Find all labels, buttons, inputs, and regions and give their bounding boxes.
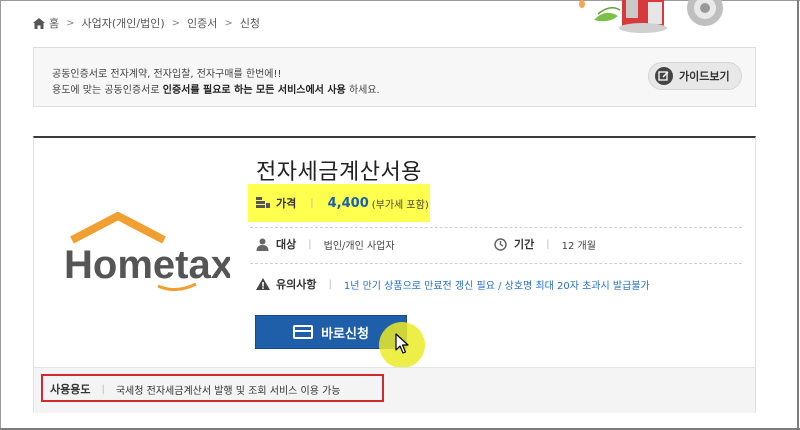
apply-now-label: 바로신청 — [321, 326, 369, 342]
logo-text: Hometax. — [64, 243, 230, 287]
intro-line2-bold: 인증서를 필요로 하는 모든 서비스에서 사용 — [162, 85, 346, 96]
divider: | — [101, 383, 105, 395]
price-value: 4,400 — [327, 195, 369, 211]
credit-card-icon — [293, 325, 314, 339]
target-value: 법인/개인 사업자 — [323, 240, 395, 252]
divider: | — [308, 238, 312, 250]
divider-dashed — [250, 227, 742, 228]
usage-label: 사용용도 — [50, 383, 91, 396]
person-icon — [256, 238, 269, 251]
warning-icon — [256, 278, 270, 290]
window-border-right — [797, 0, 799, 430]
coin-stack-icon — [256, 197, 270, 208]
divider: | — [310, 197, 314, 209]
intro-line2-post: 하세요. — [345, 85, 380, 96]
intro-box: 공동인증서로 전자계약, 전자입찰, 전자구매를 한번에!! 용도에 맞는 공동… — [33, 47, 756, 107]
period-row: 기간 | 12 개월 — [494, 236, 596, 252]
price-row: 가격 | 4,400 (부가세 포함) — [256, 195, 429, 211]
target-label: 대상 — [276, 238, 297, 251]
usage-value: 국세청 전자세금계산서 발행 및 조회 서비스 이용 가능 — [115, 385, 341, 397]
divider: | — [546, 238, 550, 250]
usage-row: 사용용도 | 국세청 전자세금계산서 발행 및 조회 서비스 이용 가능 — [50, 381, 341, 397]
divider-dashed — [250, 263, 742, 264]
breadcrumb-apply[interactable]: 신청 — [240, 15, 260, 31]
product-panel: Hometax. 전자세금계산서용 가격 | 4,400 (부가세 포함) 대상… — [33, 136, 756, 413]
period-label: 기간 — [514, 238, 535, 251]
header-illustration — [579, 0, 723, 33]
guide-button[interactable]: 가이드보기 — [648, 62, 742, 90]
breadcrumb-business[interactable]: 사업자(개인/법인) — [82, 15, 165, 31]
intro-text-line1: 공동인증서로 전자계약, 전자입찰, 전자구매를 한번에!! — [52, 69, 282, 80]
home-icon — [33, 17, 45, 29]
chevron-right-icon: > — [171, 17, 181, 29]
mouse-cursor-icon — [395, 333, 409, 354]
period-value: 12 개월 — [561, 240, 596, 252]
window-border-left — [0, 0, 1, 430]
caution-row: 유의사항 | 1년 만기 상품으로 만료전 갱신 필요 / 상호명 최대 20자… — [256, 276, 650, 292]
intro-line2-pre: 용도에 맞는 공동인증서로 — [52, 85, 163, 96]
intro-text-line2: 용도에 맞는 공동인증서로 인증서를 필요로 하는 모든 서비스에서 사용 하세… — [52, 81, 380, 96]
divider: | — [328, 278, 332, 290]
breadcrumb-certificate[interactable]: 인증서 — [187, 15, 217, 31]
chevron-right-icon: > — [224, 17, 233, 29]
price-label: 가격 — [276, 197, 297, 210]
price-note: (부가세 포함) — [371, 199, 429, 211]
target-row: 대상 | 법인/개인 사업자 — [256, 236, 395, 252]
guide-button-label: 가이드보기 — [679, 70, 730, 83]
usage-section: 사용용도 | 국세청 전자세금계산서 발행 및 조회 서비스 이용 가능 — [34, 367, 755, 413]
breadcrumb-home[interactable]: 홈 — [49, 15, 59, 31]
breadcrumb: 홈 > 사업자(개인/법인) > 인증서 > 신청 — [33, 14, 260, 32]
edit-guide-icon — [655, 67, 673, 85]
chevron-right-icon: > — [66, 17, 75, 29]
product-title: 전자세금계산서용 — [256, 160, 422, 185]
clock-icon — [494, 237, 507, 251]
caution-value: 1년 만기 상품으로 만료전 갱신 필요 / 상호명 최대 20자 초과시 발급… — [343, 280, 650, 292]
hometax-logo: Hometax. — [64, 212, 230, 291]
caution-label: 유의사항 — [276, 278, 317, 291]
